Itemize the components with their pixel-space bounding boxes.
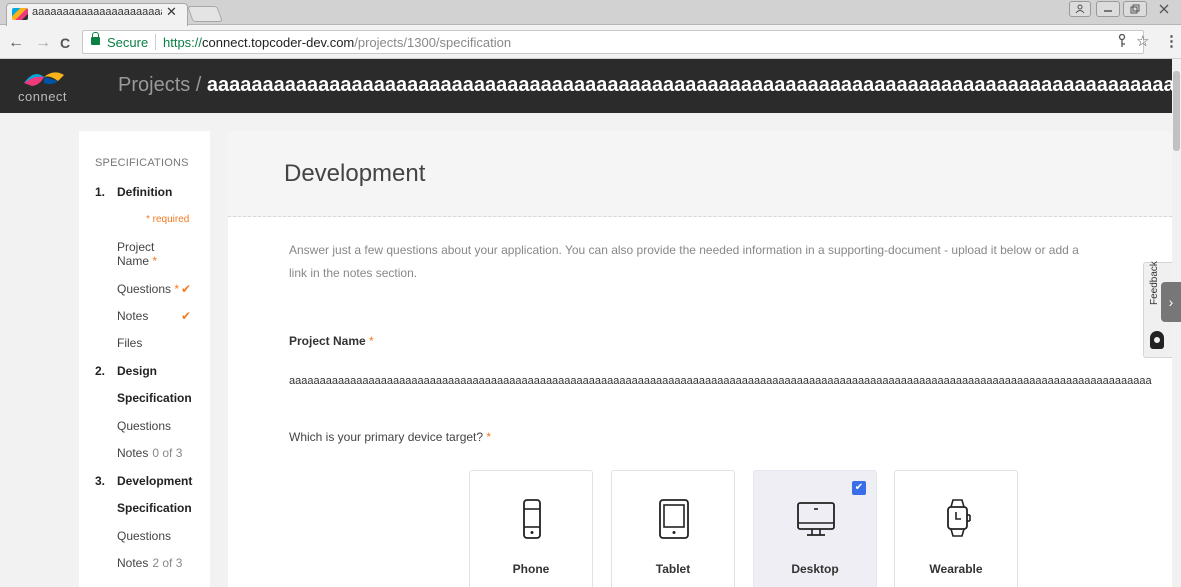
key-icon[interactable] [1117, 33, 1127, 51]
connect-logo[interactable]: connect [18, 69, 70, 105]
sidebar-item-files[interactable]: Files [117, 336, 142, 350]
url-protocol: https:// [163, 35, 203, 50]
close-window-icon[interactable] [1150, 1, 1178, 17]
lock-icon [91, 32, 100, 45]
forward-arrow-icon[interactable]: → [35, 34, 51, 52]
sidebar-item-dev-questions[interactable]: Questions [117, 529, 171, 543]
connect-logo-icon [24, 72, 64, 86]
url-text: https://connect.topcoder-dev.com/project… [163, 35, 511, 50]
breadcrumb-projects-link[interactable]: Projects / [118, 74, 201, 96]
sidebar-item-label: Questions [117, 282, 172, 296]
page-title: Development [284, 160, 426, 187]
specification-sidebar: SPECIFICATIONS 1. Definition * required … [79, 131, 210, 587]
sidebar-section-design[interactable]: Design [117, 364, 157, 378]
sidebar-item-label: Notes [117, 446, 149, 460]
tab-strip: aaaaaaaaaaaaaaaaaaaaaaa ✕ [0, 0, 1181, 26]
restore-icon[interactable] [1123, 1, 1147, 17]
breadcrumb: Projects / aaaaaaaaaaaaaaaaaaaaaaaaaaaaa… [118, 74, 1172, 97]
tablet-icon [659, 499, 689, 539]
page-scrollbar[interactable] [1172, 59, 1181, 587]
intro-line: Answer just a few questions about your a… [289, 243, 1079, 257]
tab-title: aaaaaaaaaaaaaaaaaaaaaaa [32, 6, 162, 18]
notes-count: 0 of 3 [152, 446, 183, 460]
project-name-label: Project Name * [289, 334, 374, 348]
field-label-text: Project Name [289, 334, 366, 348]
required-star: * [486, 430, 492, 444]
sidebar-item-label: Name [117, 254, 150, 268]
favicon-icon [12, 8, 28, 20]
required-star: * [369, 334, 374, 348]
sidebar-item-design-questions[interactable]: Questions [117, 419, 171, 433]
section-number: 2. [95, 364, 106, 378]
minimize-icon[interactable] [1096, 1, 1120, 17]
section-number: 1. [95, 185, 106, 199]
bookmark-star-icon[interactable]: ☆ [1136, 32, 1149, 50]
device-option-wearable[interactable]: Wearable [894, 470, 1018, 587]
logo-text: connect [18, 89, 68, 104]
reload-icon[interactable]: C [60, 35, 70, 51]
sidebar-item-label: Notes [117, 556, 149, 570]
device-option-tablet[interactable]: Tablet [611, 470, 735, 587]
sidebar-section-design-line2[interactable]: Specification [117, 391, 192, 405]
url-path: /projects/1300/specification [354, 35, 512, 50]
intro-text: Answer just a few questions about your a… [289, 239, 1172, 285]
scrollbar-thumb[interactable] [1173, 71, 1180, 151]
breadcrumb-project-name: aaaaaaaaaaaaaaaaaaaaaaaaaaaaaaaaaaaaaaaa… [206, 74, 1172, 96]
device-label: Desktop [791, 562, 839, 576]
sidebar-item-questions[interactable]: Questions * [117, 282, 179, 296]
sidebar-item-project-name[interactable]: Project Name * [117, 240, 157, 268]
back-arrow-icon[interactable]: ← [8, 34, 24, 52]
sidebar-item-label: Project [117, 240, 155, 254]
required-star: * [152, 254, 158, 268]
secure-label: Secure [107, 35, 149, 50]
required-star: * [174, 282, 180, 296]
check-icon: ✔ [181, 309, 192, 323]
device-option-desktop[interactable]: ✔ Desktop [753, 470, 877, 587]
sidebar-item-design-notes[interactable]: Notes 0 of 3 [117, 446, 182, 460]
browser-menu-icon[interactable]: ⋮ [1164, 32, 1179, 50]
sidebar-section-development[interactable]: Development [117, 474, 192, 488]
wearable-icon [947, 499, 971, 537]
project-name-value[interactable]: aaaaaaaaaaaaaaaaaaaaaaaaaaaaaaaaaaaaaaaa… [289, 375, 1172, 387]
url-host: connect.topcoder-dev.com [202, 35, 355, 50]
device-label: Tablet [655, 562, 691, 576]
sidebar-item-dev-notes[interactable]: Notes 2 of 3 [117, 556, 182, 570]
url-field[interactable]: Secure https://connect.topcoder-dev.com/… [82, 30, 1144, 54]
device-label: Wearable [929, 562, 983, 576]
close-tab-icon[interactable]: ✕ [166, 4, 177, 20]
device-question-label: Which is your primary device target? * [289, 430, 491, 444]
app-header: connect Projects / aaaaaaaaaaaaaaaaaaaaa… [0, 59, 1172, 113]
check-icon: ✔ [181, 282, 192, 296]
feedback-expand-arrow-icon[interactable]: › [1161, 282, 1181, 322]
feedback-icon [1150, 331, 1164, 349]
required-note: * required [146, 214, 190, 225]
section-number: 3. [95, 474, 106, 488]
sidebar-section-development-line2[interactable]: Specification [117, 501, 192, 515]
section-header: Development [228, 131, 1172, 217]
new-tab-button[interactable] [187, 6, 223, 22]
user-profile-icon[interactable] [1069, 1, 1091, 17]
desktop-icon [797, 502, 835, 536]
sidebar-item-notes[interactable]: Notes [117, 309, 148, 323]
device-option-phone[interactable]: Phone [469, 470, 593, 587]
question-text: Which is your primary device target? [289, 430, 484, 444]
sidebar-heading: SPECIFICATIONS [95, 157, 189, 169]
notes-count: 2 of 3 [152, 556, 183, 570]
main-panel: Development Answer just a few questions … [228, 131, 1172, 587]
intro-line: link in the notes section. [289, 266, 418, 280]
device-label: Phone [512, 562, 550, 576]
address-bar-row: ← → C Secure https://connect.topcoder-de… [0, 26, 1181, 59]
url-divider [155, 34, 156, 50]
selected-checkbox-icon[interactable]: ✔ [852, 481, 866, 495]
phone-icon [523, 499, 541, 539]
sidebar-section-definition[interactable]: Definition [117, 185, 172, 199]
feedback-label: Feedback [1149, 261, 1160, 305]
